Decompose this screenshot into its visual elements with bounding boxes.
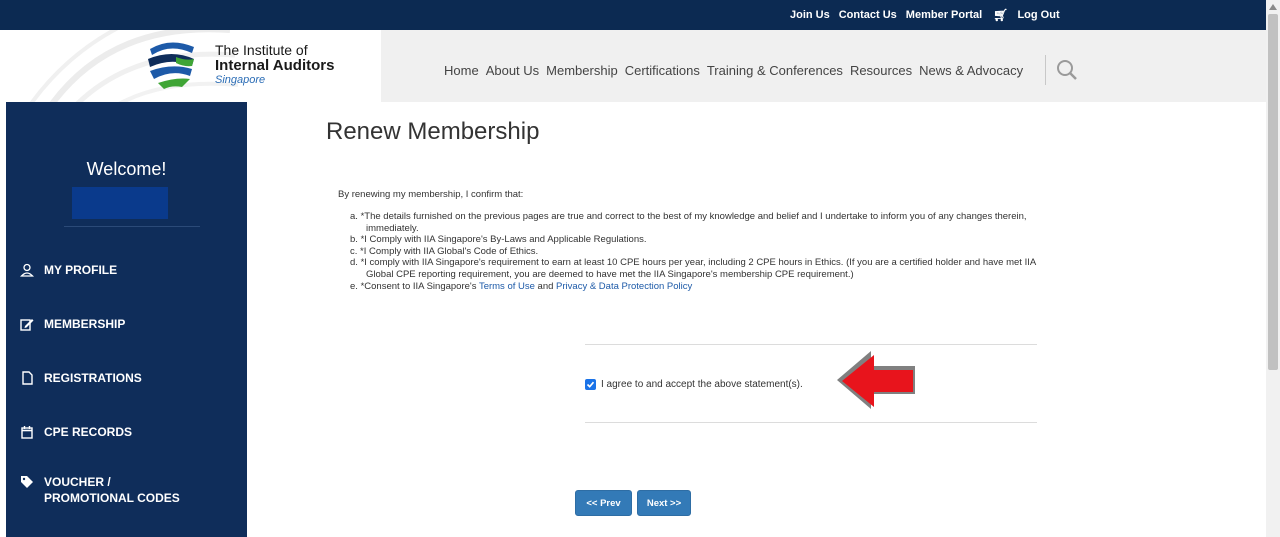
sidebar-divider [64,226,200,227]
page-title: Renew Membership [326,118,540,145]
list-marker: c. [350,245,358,257]
member-portal-link[interactable]: Member Portal [906,9,982,21]
list-marker: b. [350,234,358,246]
tag-icon [21,476,33,488]
divider-top [585,344,1037,345]
search-icon[interactable] [1056,59,1078,81]
list-item: d. *I comply with IIA Singapore's requir… [350,257,1050,280]
sidebar-item-label-line2: PROMOTIONAL CODES [44,491,180,505]
sidebar-item-label: VOUCHER / PROMOTIONAL CODES [44,474,180,506]
checkmark-icon [586,381,595,388]
agree-row: I agree to and accept the above statemen… [585,379,803,390]
sidebar-item-label: MEMBERSHIP [44,317,126,331]
nav-news-advocacy[interactable]: News & Advocacy [919,63,1023,78]
log-out-link[interactable]: Log Out [1017,9,1059,21]
cart-icon[interactable]: 🛒︎ [993,8,1008,22]
sidebar: Welcome! MY PROFILE MEMBERSHIP REGISTRAT… [6,102,247,537]
list-marker: e. [350,280,358,292]
user-icon [20,263,34,277]
list-item: e. *Consent to IIA Singapore's Terms of … [350,281,1050,293]
sidebar-item-my-profile[interactable]: MY PROFILE [20,262,117,278]
join-us-link[interactable]: Join Us [790,9,830,21]
nav-about-us[interactable]: About Us [486,63,539,78]
prev-button[interactable]: << Prev [575,490,632,516]
nav-home[interactable]: Home [444,63,479,78]
site-header: The Institute of Internal Auditors Singa… [0,30,1266,102]
page-scrollbar[interactable] [1266,0,1280,537]
agree-checkbox[interactable] [585,379,596,390]
intro-text: By renewing my membership, I confirm tha… [338,189,524,200]
sidebar-item-label: CPE RECORDS [44,425,133,439]
welcome-heading: Welcome! [86,159,167,179]
list-item-text: *I comply with IIA Singapore's requireme… [360,257,1036,280]
agree-label: I agree to and accept the above statemen… [601,379,803,390]
file-icon [22,371,33,385]
logo-text: The Institute of Internal Auditors Singa… [215,43,334,88]
sidebar-item-label: REGISTRATIONS [44,371,142,385]
utility-links: Join Us Contact Us Member Portal 🛒︎ Log … [790,0,1060,30]
nav-membership[interactable]: Membership [546,63,618,78]
sidebar-item-registrations[interactable]: REGISTRATIONS [20,370,142,386]
decorative-swirl [29,30,239,102]
sidebar-item-label-line1: VOUCHER / [44,475,111,489]
contact-us-link[interactable]: Contact Us [839,9,897,21]
sidebar-item-label: MY PROFILE [44,263,118,277]
edit-icon [20,319,34,331]
privacy-policy-link[interactable]: Privacy & Data Protection Policy [556,281,692,292]
list-item: b. *I Comply with IIA Singapore's By-Law… [350,234,1050,246]
logo-line3: Singapore [215,74,266,86]
terms-of-use-link[interactable]: Terms of Use [479,281,535,292]
calendar-icon [21,426,33,439]
logo[interactable]: The Institute of Internal Auditors Singa… [0,30,381,102]
nav-training-conferences[interactable]: Training & Conferences [707,63,843,78]
scroll-up-arrow-icon[interactable] [1269,4,1277,10]
divider-bottom [585,422,1037,423]
red-arrow-icon [837,351,915,409]
top-utility-bar: Join Us Contact Us Member Portal 🛒︎ Log … [0,0,1266,30]
list-item-text: *I Comply with IIA Global's Code of Ethi… [360,245,539,257]
list-item-text: *Consent to IIA Singapore's [360,280,479,292]
next-button[interactable]: Next >> [637,490,691,516]
iia-globe-logo-icon [148,42,194,89]
sidebar-item-cpe-records[interactable]: CPE RECORDS [20,424,132,440]
scrollbar-thumb[interactable] [1268,14,1278,370]
logo-line1: The Institute of [215,42,308,58]
list-item-text: and [534,280,557,292]
nav-resources[interactable]: Resources [850,63,912,78]
sidebar-item-voucher-promotional-codes[interactable]: VOUCHER / PROMOTIONAL CODES [20,474,180,506]
user-name-redacted [72,187,168,219]
main-nav: Home About Us Membership Certifications … [444,63,1023,78]
list-item: a. *The details furnished on the previou… [350,211,1050,234]
list-item-text: *The details furnished on the previous p… [360,211,1027,234]
list-item: c. *I Comply with IIA Global's Code of E… [350,246,1050,258]
nav-certifications[interactable]: Certifications [625,63,700,78]
list-marker: a. [350,211,358,222]
sidebar-item-membership[interactable]: MEMBERSHIP [20,316,125,332]
list-marker: d. [350,257,358,269]
list-item-text: *I Comply with IIA Singapore's By-Laws a… [360,234,647,246]
nav-divider [1045,55,1046,85]
terms-list: a. *The details furnished on the previou… [350,211,1050,292]
logo-line2: Internal Auditors [215,57,335,74]
